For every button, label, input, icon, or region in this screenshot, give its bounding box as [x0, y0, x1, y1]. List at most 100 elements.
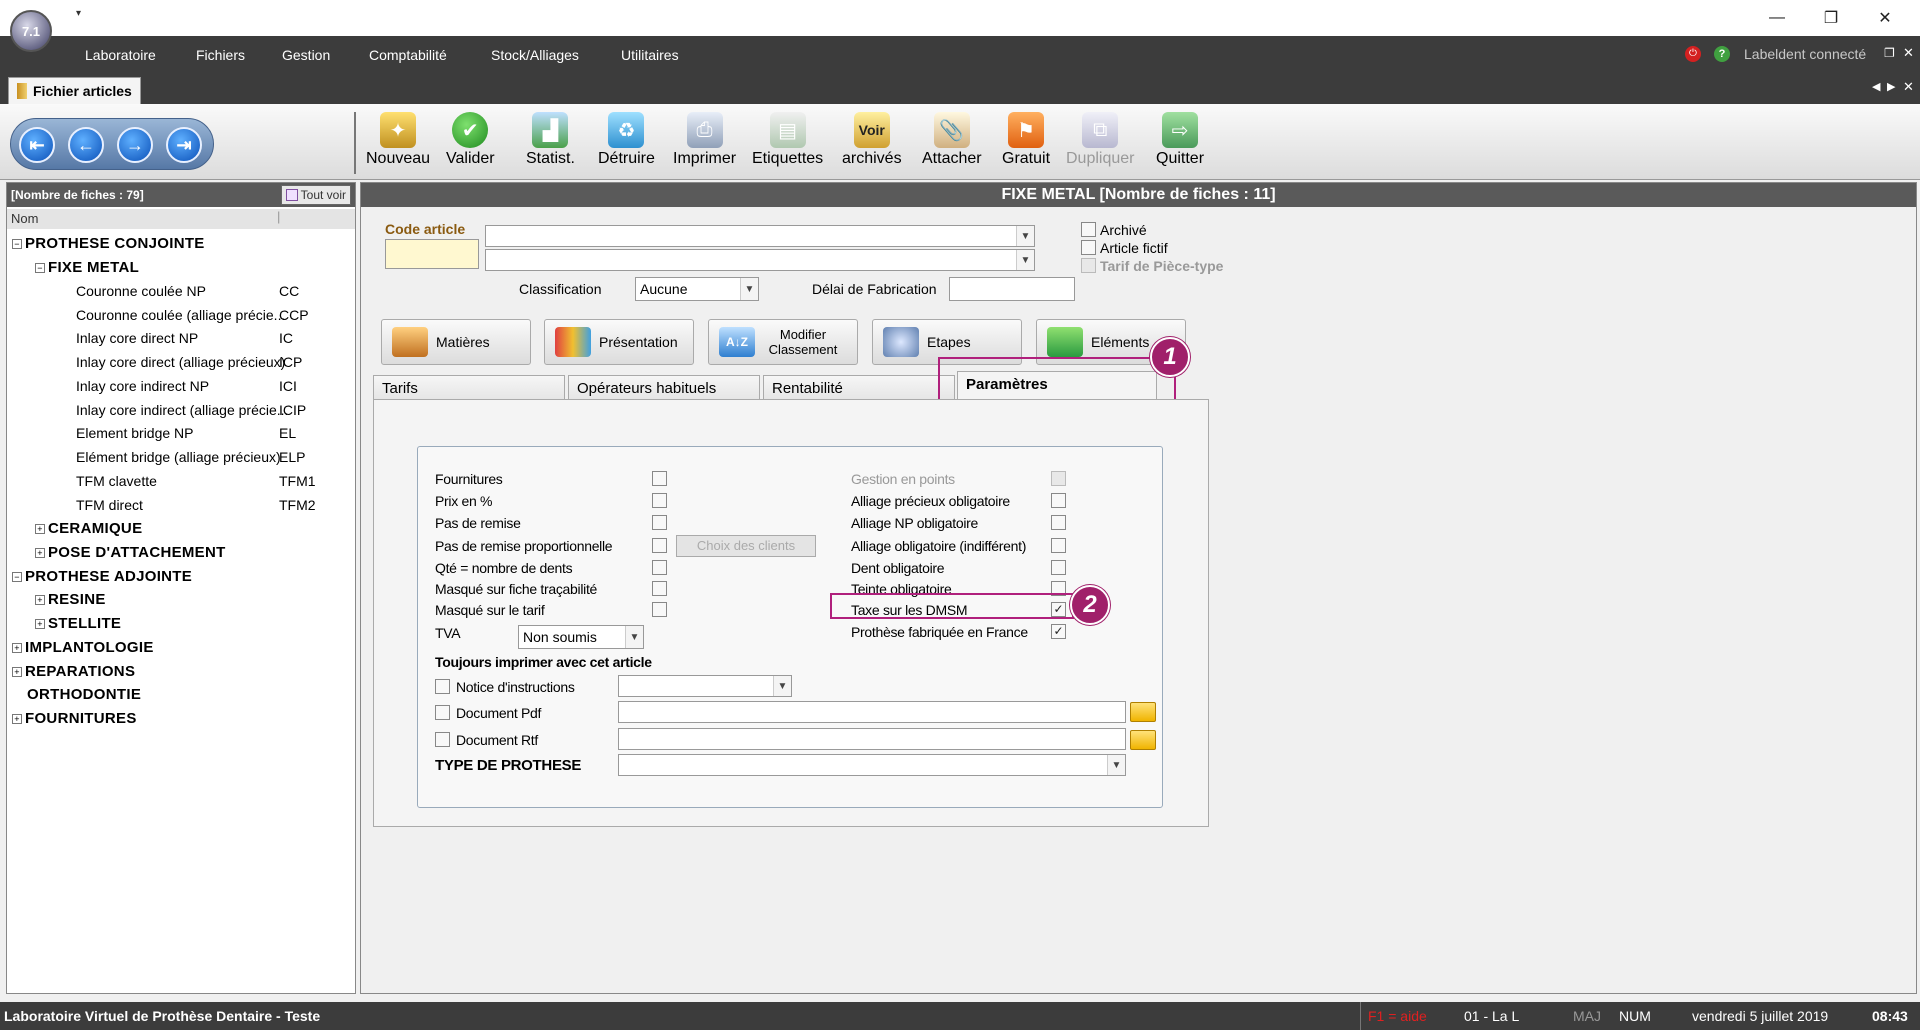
- tree-item[interactable]: TFM direct: [76, 497, 143, 513]
- chevron-down-icon[interactable]: ▼: [1016, 226, 1034, 246]
- tree-node-fixe-metal[interactable]: − FIXE METAL: [35, 259, 139, 276]
- fabriquee-france-checkbox[interactable]: ✓: [1051, 624, 1066, 639]
- matieres-button[interactable]: Matières: [381, 319, 531, 365]
- qte-nombre-dents-checkbox[interactable]: [652, 560, 667, 575]
- detruire-button[interactable]: ♻ Détruire: [598, 112, 655, 168]
- alliage-indifferent-checkbox[interactable]: [1051, 538, 1066, 553]
- alliage-np-checkbox[interactable]: [1051, 515, 1066, 530]
- tree-node-fournitures[interactable]: + FOURNITURES: [12, 710, 137, 727]
- tree-item[interactable]: TFM clavette: [76, 473, 157, 489]
- restore-doc-icon[interactable]: ❐: [1884, 46, 1895, 60]
- voir-archives-button[interactable]: Voir archivés: [842, 112, 902, 168]
- menu-fichiers[interactable]: Fichiers: [196, 47, 245, 63]
- tree-node-stellite[interactable]: + STELLITE: [35, 615, 121, 632]
- masque-fiche-tracabilite-checkbox[interactable]: [652, 581, 667, 596]
- quick-access-dropdown-icon[interactable]: ▾: [76, 8, 81, 19]
- expand-icon[interactable]: +: [35, 619, 45, 629]
- column-header-nom[interactable]: Nom |: [7, 209, 355, 229]
- power-icon[interactable]: ⏻: [1685, 46, 1701, 62]
- tree-item[interactable]: Couronne coulée NP: [76, 283, 206, 299]
- tree-item[interactable]: Element bridge NP: [76, 425, 194, 441]
- collapse-icon[interactable]: −: [35, 263, 45, 273]
- classification-select[interactable]: Aucune ▼: [635, 277, 759, 301]
- rtf-path-input[interactable]: [618, 728, 1126, 750]
- last-record-button[interactable]: ⇥: [166, 127, 202, 163]
- attacher-button[interactable]: 📎 Attacher: [922, 112, 982, 168]
- dupliquer-button[interactable]: ⧉ Dupliquer: [1066, 112, 1134, 168]
- masque-tarif-checkbox[interactable]: [652, 602, 667, 617]
- tab-fichier-articles[interactable]: Fichier articles: [8, 77, 141, 104]
- code-article-input[interactable]: [385, 239, 479, 269]
- tree-node-orthodontie[interactable]: ORTHODONTIE: [27, 686, 141, 703]
- tree-item[interactable]: Inlay core direct (alliage précieux): [76, 354, 285, 370]
- rtf-checkbox[interactable]: [435, 732, 450, 747]
- folder-icon[interactable]: [1130, 702, 1156, 722]
- article-fictif-checkbox[interactable]: [1081, 240, 1096, 255]
- tree-node-implantologie[interactable]: + IMPLANTOLOGIE: [12, 639, 154, 656]
- chevron-down-icon[interactable]: ▼: [773, 676, 791, 696]
- chevron-down-icon[interactable]: ▼: [740, 278, 758, 300]
- menu-gestion[interactable]: Gestion: [282, 47, 330, 63]
- menu-stock-alliages[interactable]: Stock/Alliages: [491, 47, 579, 63]
- pas-remise-proportionnelle-checkbox[interactable]: [652, 538, 667, 553]
- help-icon[interactable]: ?: [1714, 46, 1730, 62]
- expand-icon[interactable]: +: [12, 667, 22, 677]
- app-logo[interactable]: 7.1: [10, 10, 52, 52]
- dent-obligatoire-checkbox[interactable]: [1051, 560, 1066, 575]
- tree-node-resine[interactable]: + RESINE: [35, 591, 106, 608]
- article-name2-combo[interactable]: ▼: [485, 249, 1035, 271]
- tree-node-ceramique[interactable]: + CERAMIQUE: [35, 520, 142, 537]
- presentation-button[interactable]: Présentation: [544, 319, 694, 365]
- tree-node-prothese-conjointe[interactable]: − PROTHESE CONJOINTE: [12, 235, 205, 252]
- tva-select[interactable]: Non soumis ▼: [518, 625, 644, 649]
- tree-node-pose-attachement[interactable]: + POSE D'ATTACHEMENT: [35, 544, 226, 561]
- modifier-classement-button[interactable]: A↓Z Modifier Classement: [708, 319, 858, 365]
- tree-item[interactable]: Inlay core indirect (alliage précie...: [76, 402, 288, 418]
- gestion-points-checkbox[interactable]: [1051, 471, 1066, 486]
- chevron-down-icon[interactable]: ▼: [1016, 250, 1034, 270]
- chevron-down-icon[interactable]: ▼: [1107, 755, 1125, 775]
- expand-icon[interactable]: +: [12, 643, 22, 653]
- article-name-combo[interactable]: ▼: [485, 225, 1035, 247]
- tab-rentabilite[interactable]: Rentabilité: [763, 375, 955, 399]
- menu-utilitaires[interactable]: Utilitaires: [621, 47, 679, 63]
- tout-voir-button[interactable]: Tout voir: [280, 185, 351, 205]
- notice-select[interactable]: ▼: [618, 675, 792, 697]
- close-tab-icon[interactable]: ✕: [1903, 79, 1914, 95]
- scroll-left-icon[interactable]: ◀: [1872, 80, 1880, 93]
- fournitures-checkbox[interactable]: [652, 471, 667, 486]
- close-doc-icon[interactable]: ✕: [1903, 45, 1914, 61]
- etiquettes-button[interactable]: ▤ Etiquettes: [752, 112, 823, 168]
- pdf-path-input[interactable]: [618, 701, 1126, 723]
- imprimer-button[interactable]: ⎙ Imprimer: [673, 112, 736, 168]
- tree-node-reparations[interactable]: + REPARATIONS: [12, 663, 135, 680]
- pdf-checkbox[interactable]: [435, 705, 450, 720]
- archive-checkbox[interactable]: [1081, 222, 1096, 237]
- pas-de-remise-checkbox[interactable]: [652, 515, 667, 530]
- gratuit-button[interactable]: ⚑ Gratuit: [1002, 112, 1050, 168]
- valider-button[interactable]: ✔ Valider: [446, 112, 495, 168]
- collapse-icon[interactable]: −: [12, 572, 22, 582]
- folder-icon[interactable]: [1130, 730, 1156, 750]
- expand-icon[interactable]: +: [35, 524, 45, 534]
- expand-icon[interactable]: +: [12, 714, 22, 724]
- tree-node-prothese-adjointe[interactable]: − PROTHESE ADJOINTE: [12, 568, 192, 585]
- prix-pourcent-checkbox[interactable]: [652, 493, 667, 508]
- previous-record-button[interactable]: ←: [68, 127, 104, 163]
- scroll-right-icon[interactable]: ▶: [1887, 80, 1895, 93]
- menu-laboratoire[interactable]: Laboratoire: [85, 47, 156, 63]
- tree-item[interactable]: Couronne coulée (alliage précie...: [76, 307, 285, 323]
- tree-item[interactable]: Inlay core indirect NP: [76, 378, 209, 394]
- close-window-button[interactable]: ✕: [1858, 0, 1912, 36]
- tree-item[interactable]: Inlay core direct NP: [76, 330, 198, 346]
- tarif-piece-type-checkbox[interactable]: [1081, 258, 1096, 273]
- next-record-button[interactable]: →: [117, 127, 153, 163]
- minimize-button[interactable]: —: [1750, 0, 1804, 36]
- tab-operateurs-habituels[interactable]: Opérateurs habituels: [568, 375, 760, 399]
- statist-button[interactable]: ▟ Statist.: [526, 112, 575, 168]
- tree-item[interactable]: Elément bridge (alliage précieux): [76, 449, 281, 465]
- menu-comptabilite[interactable]: Comptabilité: [369, 47, 447, 63]
- nouveau-button[interactable]: ✦ Nouveau: [366, 112, 430, 168]
- first-record-button[interactable]: ⇤: [19, 127, 55, 163]
- restore-button[interactable]: ❐: [1804, 0, 1858, 36]
